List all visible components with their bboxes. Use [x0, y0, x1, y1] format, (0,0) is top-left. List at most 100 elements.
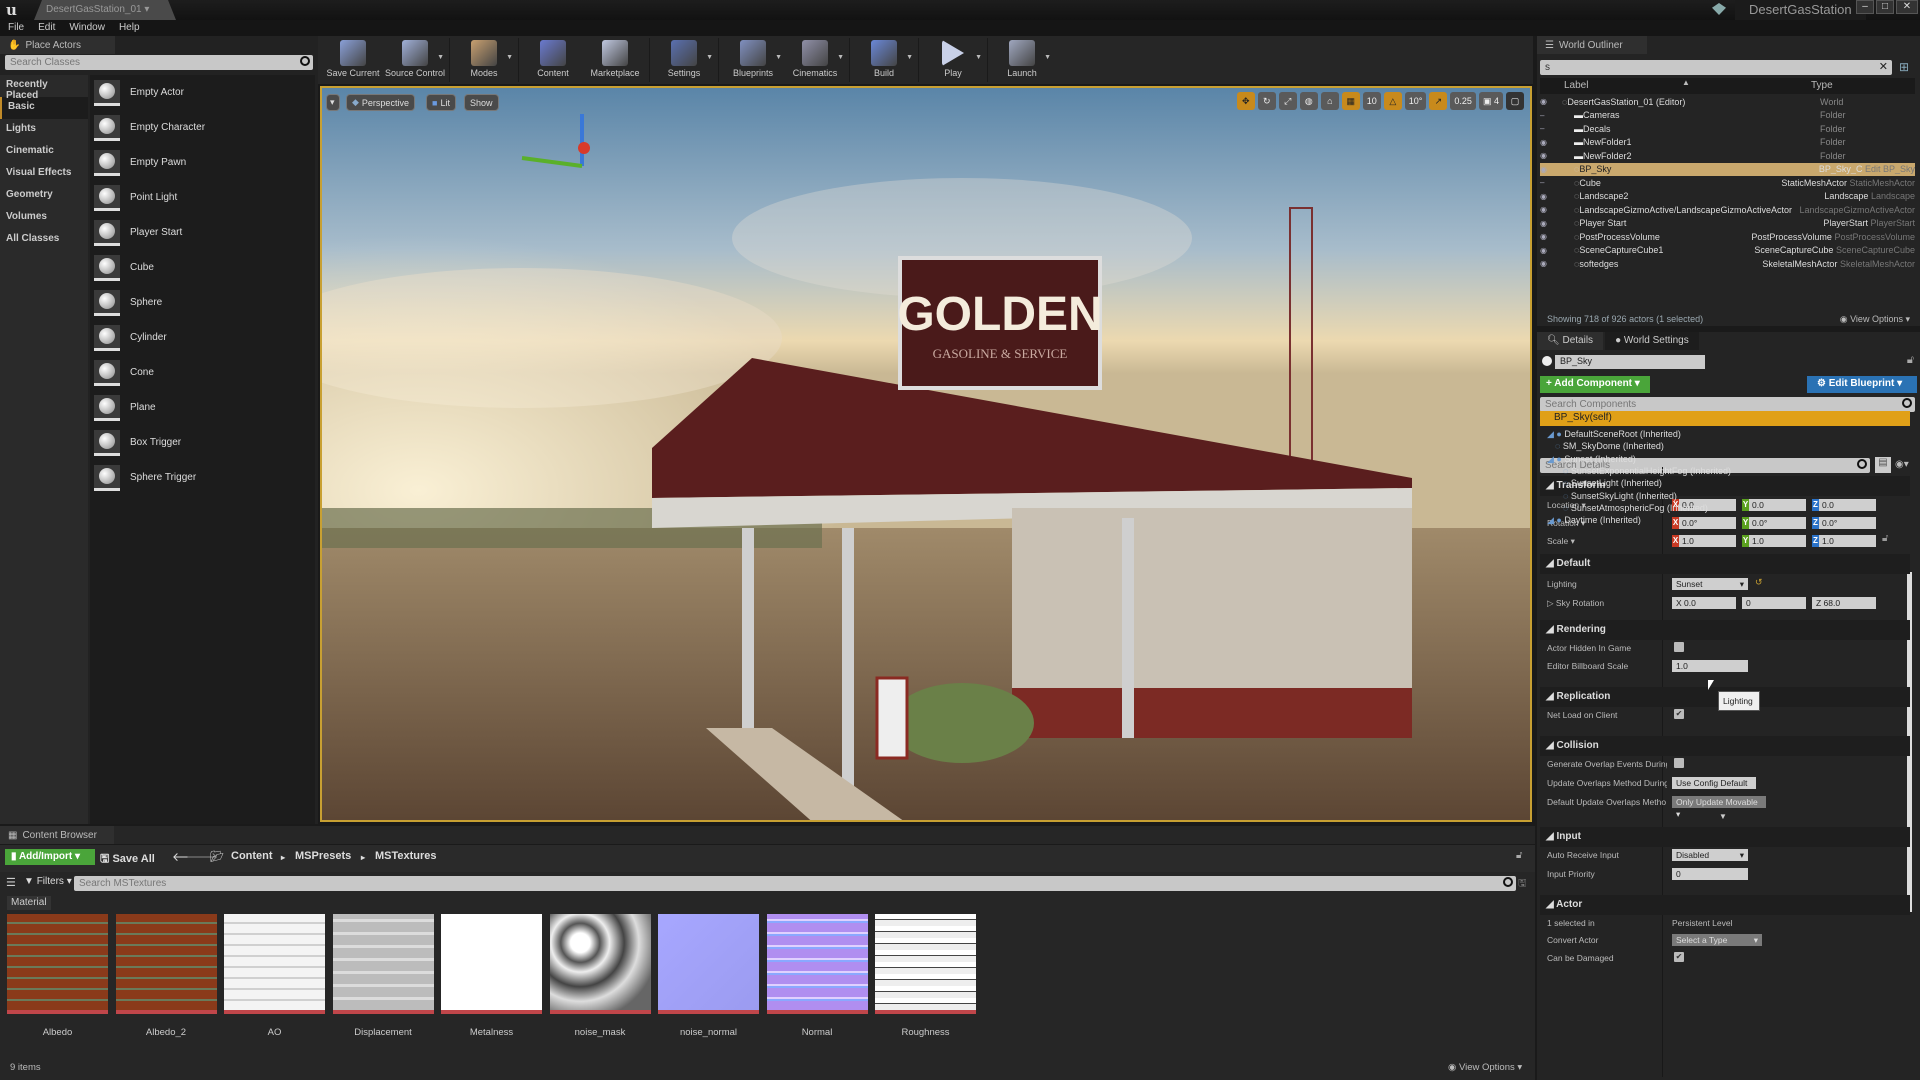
- chevron-down-icon[interactable]: ▼: [437, 54, 444, 61]
- close-button[interactable]: ✕: [1896, 0, 1918, 14]
- search-mstextures-input[interactable]: Search MSTextures: [74, 876, 1516, 891]
- toolbar-button-marketplace[interactable]: Marketplace: [584, 36, 646, 78]
- toolbar-button-content[interactable]: Content: [522, 36, 584, 78]
- toolbar-button-play[interactable]: Play▼: [922, 36, 984, 78]
- tab-world-settings[interactable]: ● World Settings: [1605, 332, 1699, 350]
- world-space-icon[interactable]: ◍: [1300, 92, 1318, 110]
- maximize-button[interactable]: □: [1876, 0, 1894, 14]
- menu-file[interactable]: File: [8, 20, 24, 36]
- camera-speed-button[interactable]: ▣ 4: [1479, 92, 1503, 110]
- asset-tile[interactable]: noise_mask: [550, 914, 651, 1038]
- visibility-eye-icon[interactable]: ◉: [1540, 246, 1554, 255]
- component-tree-item[interactable]: ◌ SM_SkyDome (Inherited): [1555, 441, 1664, 453]
- visibility-eye-icon[interactable]: ◉: [1540, 205, 1554, 214]
- toolbar-button-save-current[interactable]: Save Current: [322, 36, 384, 78]
- visibility-eye-icon[interactable]: ◉: [1540, 138, 1554, 147]
- outliner-type-link[interactable]: Edit BP_Sky: [1865, 164, 1915, 174]
- grid-snap-value[interactable]: 10: [1363, 92, 1381, 110]
- section-actor[interactable]: ◢ Actor: [1540, 895, 1910, 915]
- rotation-y-field[interactable]: Y0.0°: [1742, 517, 1806, 529]
- sky-rotation-label[interactable]: ▷ Sky Rotation: [1547, 598, 1667, 609]
- toolbar-button-modes[interactable]: Modes▼: [453, 36, 515, 78]
- section-input[interactable]: ◢ Input: [1540, 827, 1910, 847]
- category-all-classes[interactable]: All Classes: [0, 229, 88, 251]
- property-matrix-icon[interactable]: ▤: [1875, 457, 1891, 473]
- actor-hidden-checkbox[interactable]: [1674, 642, 1684, 652]
- outliner-row[interactable]: –▬ CamerasFolder: [1540, 109, 1915, 122]
- visibility-eye-icon[interactable]: ◉: [1540, 97, 1554, 106]
- scale-snap-value[interactable]: 0.25: [1450, 92, 1476, 110]
- place-actors-tab[interactable]: ✋ Place Actors: [0, 36, 115, 54]
- clear-search-icon[interactable]: ✕: [1879, 60, 1888, 73]
- lit-button[interactable]: ■Lit: [426, 94, 456, 111]
- can-be-damaged-checkbox[interactable]: ✔: [1674, 952, 1684, 962]
- outliner-view-options[interactable]: ◉ View Options ▾: [1840, 314, 1910, 325]
- net-load-checkbox[interactable]: ✔: [1674, 709, 1684, 719]
- auto-receive-dropdown[interactable]: Disabled▾: [1672, 849, 1748, 861]
- component-tree-item[interactable]: ◌ SunsetLight (Inherited): [1563, 478, 1662, 490]
- component-tree-item[interactable]: ◌ SunsetAtmosphericFog (Inherited): [1563, 503, 1708, 515]
- asset-tile[interactable]: Metalness: [441, 914, 542, 1038]
- billboard-scale-field[interactable]: 1.0: [1672, 660, 1748, 672]
- component-tree-item[interactable]: ◢ ● DefaultSceneRoot (Inherited): [1547, 429, 1681, 441]
- menu-help[interactable]: Help: [119, 20, 140, 36]
- sky-rotation-z-field[interactable]: Z 68.0: [1812, 597, 1876, 609]
- lighting-dropdown[interactable]: Sunset▾: [1672, 578, 1748, 590]
- maximize-viewport-icon[interactable]: ▢: [1506, 92, 1524, 110]
- actor-list-item[interactable]: Cone: [90, 355, 315, 390]
- viewport-options-button[interactable]: ▾: [326, 94, 340, 111]
- visibility-eye-icon[interactable]: ◉▾: [1895, 459, 1909, 470]
- chevron-down-icon[interactable]: ▼: [506, 54, 513, 61]
- toolbar-button-settings[interactable]: Settings▼: [653, 36, 715, 78]
- content-browser-tab[interactable]: ▦ Content Browser: [0, 826, 114, 844]
- chevron-down-icon[interactable]: ▼: [837, 54, 844, 61]
- actor-list-item[interactable]: Cube: [90, 250, 315, 285]
- component-tree-item[interactable]: ◌ SunsetSkyLight (Inherited): [1563, 491, 1677, 503]
- visibility-eye-icon[interactable]: ◉: [1540, 151, 1554, 160]
- material-filter-chip[interactable]: Material: [7, 896, 51, 910]
- component-tree-item[interactable]: ◢ ● Daytime (Inherited): [1547, 515, 1641, 527]
- outliner-row[interactable]: ◉▬ NewFolder2Folder: [1540, 149, 1915, 162]
- save-search-icon[interactable]: 🖫︎: [1518, 876, 1527, 893]
- section-default[interactable]: ◢ Default: [1540, 554, 1910, 574]
- visibility-eye-icon[interactable]: ◉: [1540, 259, 1554, 268]
- category-lights[interactable]: Lights: [0, 119, 88, 141]
- toolbar-button-build[interactable]: Build▼: [853, 36, 915, 78]
- breadcrumb-mspresets[interactable]: MSPresets: [295, 850, 351, 862]
- visibility-eye-icon[interactable]: ◉: [1540, 219, 1554, 228]
- reset-to-default-icon[interactable]: ↺: [1755, 577, 1763, 588]
- actor-list-item[interactable]: Empty Pawn: [90, 145, 315, 180]
- component-tree-item[interactable]: ◢ ● Sunset (Inherited): [1547, 454, 1636, 466]
- document-tab[interactable]: DesertGasStation_01 ▾: [34, 0, 176, 20]
- show-button[interactable]: Show: [464, 94, 499, 111]
- asset-tile[interactable]: AO: [224, 914, 325, 1038]
- category-volumes[interactable]: Volumes: [0, 207, 88, 229]
- outliner-row[interactable]: ◉◌ Landscape2Landscape Landscape: [1540, 190, 1915, 203]
- location-y-field[interactable]: Y0.0: [1742, 499, 1806, 511]
- rotation-z-field[interactable]: Z0.0°: [1812, 517, 1876, 529]
- actor-list-item[interactable]: Sphere Trigger: [90, 460, 315, 495]
- add-import-button[interactable]: ▮ Add/Import ▾: [5, 849, 95, 865]
- sources-toggle-icon[interactable]: ☰: [6, 876, 16, 889]
- lock-icon[interactable]: 🔓︎: [1907, 354, 1914, 367]
- rotation-snap-icon[interactable]: △: [1384, 92, 1402, 110]
- actor-list-item[interactable]: Point Light: [90, 180, 315, 215]
- chevron-down-icon[interactable]: ▼: [775, 54, 782, 61]
- outliner-row[interactable]: ◉◌ softedgesSkeletalMeshActor SkeletalMe…: [1540, 257, 1915, 270]
- visibility-eye-icon[interactable]: ◉: [1540, 192, 1554, 201]
- column-type[interactable]: Type: [1811, 80, 1833, 91]
- category-basic[interactable]: Basic: [0, 97, 88, 119]
- asset-tile[interactable]: Roughness: [875, 914, 976, 1038]
- rotate-tool-icon[interactable]: ↻: [1258, 92, 1276, 110]
- category-recently-placed[interactable]: Recently Placed: [0, 75, 88, 97]
- asset-tile[interactable]: Normal: [767, 914, 868, 1038]
- grid-snap-icon[interactable]: ▦: [1342, 92, 1360, 110]
- world-outliner-tab[interactable]: ☰ World Outliner: [1537, 36, 1647, 54]
- scale-label[interactable]: Scale ▾: [1547, 536, 1667, 547]
- actor-list-item[interactable]: Empty Actor: [90, 75, 315, 110]
- actor-list-item[interactable]: Sphere: [90, 285, 315, 320]
- outliner-row[interactable]: ◉◌ BP_SkyBP_Sky_C Edit BP_Sky: [1540, 163, 1915, 176]
- default-update-dropdown[interactable]: Only Update Movable ▾: [1672, 796, 1766, 808]
- sky-rotation-y-field[interactable]: 0: [1742, 597, 1806, 609]
- surface-snap-icon[interactable]: ⌂: [1321, 92, 1339, 110]
